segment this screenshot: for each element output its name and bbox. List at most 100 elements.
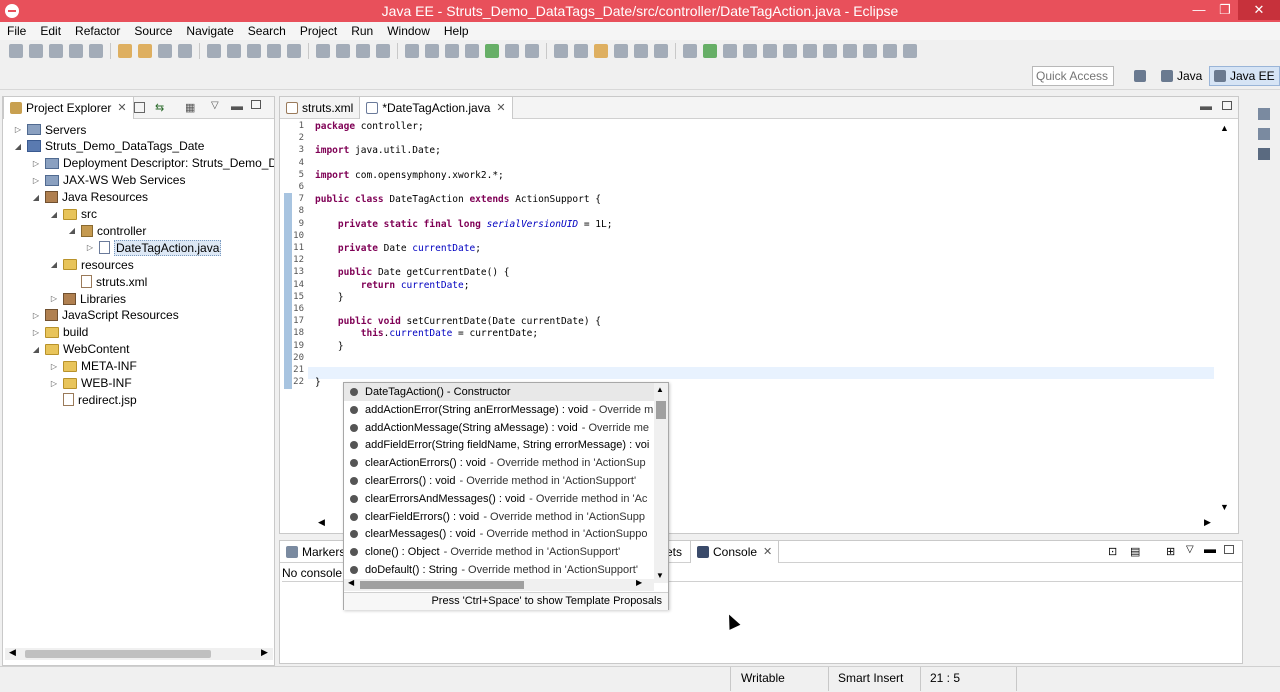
code-line[interactable]: return currentDate; [315, 280, 470, 292]
tree-item[interactable]: ▷ build [31, 324, 88, 341]
link-with-editor-icon[interactable]: ⇆ [155, 101, 164, 114]
pin-editor-icon[interactable] [683, 44, 697, 58]
use-step-filters-icon[interactable] [376, 44, 390, 58]
proposal-item[interactable]: clearMessages() : void - Override method … [344, 525, 654, 543]
tree-item[interactable]: ◢ controller [67, 222, 146, 239]
filter-icon[interactable]: ▦ [185, 101, 195, 114]
tree-item[interactable]: ◢ resources [49, 256, 134, 273]
tree-item[interactable]: ▷ META-INF [49, 358, 137, 375]
extra-tool-icon[interactable] [903, 44, 917, 58]
toggle-block-selection-icon[interactable] [614, 44, 628, 58]
expand-arrow-icon[interactable]: ▷ [49, 362, 59, 371]
tree-item[interactable]: ▷ JAX-WS Web Services [31, 172, 186, 189]
proposal-item[interactable]: addFieldError(String fieldName, String e… [344, 436, 654, 454]
display-console-icon[interactable]: ▤ [1130, 545, 1140, 558]
menu-run[interactable]: Run [344, 24, 380, 38]
navigate-forward-icon[interactable] [883, 44, 897, 58]
menu-file[interactable]: File [0, 24, 33, 38]
code-line[interactable]: public void setCurrentDate(Date currentD… [315, 316, 601, 328]
code-line[interactable]: } [315, 377, 321, 389]
tree-item[interactable]: struts.xml [67, 273, 147, 290]
show-whitespace-icon[interactable] [634, 44, 648, 58]
menu-edit[interactable]: Edit [33, 24, 68, 38]
menu-help[interactable]: Help [437, 24, 476, 38]
close-tab-icon[interactable]: ✕ [117, 101, 126, 114]
code-line[interactable]: import java.util.Date; [315, 145, 441, 157]
toggle-highlight-icon[interactable] [594, 44, 608, 58]
expand-arrow-icon[interactable]: ▷ [31, 311, 41, 320]
drop-to-frame-icon[interactable] [356, 44, 370, 58]
proposal-item[interactable]: DateTagAction() - Constructor [344, 383, 654, 401]
navigate-back-icon[interactable] [863, 44, 877, 58]
proposal-item[interactable]: doDefault() : String - Override method in… [344, 561, 654, 579]
save-all-icon[interactable] [69, 44, 83, 58]
proposal-item[interactable]: clearErrors() : void - Override method in… [344, 472, 654, 490]
collapse-all-icon[interactable] [134, 102, 145, 113]
proposal-list[interactable]: DateTagAction() - Constructor addActionEr… [344, 383, 654, 583]
last-edit-location-icon[interactable] [743, 44, 757, 58]
minimize-view-icon[interactable]: ▬ [231, 99, 243, 113]
history-back-icon[interactable] [803, 44, 817, 58]
close-tab-icon[interactable]: ✕ [496, 101, 505, 114]
new-icon[interactable] [9, 44, 23, 58]
tree-item[interactable]: redirect.jsp [49, 391, 137, 408]
proposal-item[interactable]: clearErrorsAndMessages() : void - Overrid… [344, 490, 654, 508]
previous-annotation-icon[interactable] [723, 44, 737, 58]
minimize-editor-icon[interactable]: ▬ [1200, 99, 1212, 113]
collapse-arrow-icon[interactable]: ◢ [13, 142, 23, 151]
explorer-horizontal-scrollbar[interactable]: ◀ ▶ [5, 647, 273, 660]
maximize-view-icon[interactable] [251, 100, 261, 109]
tree-item[interactable]: ▷ Libraries [49, 290, 126, 307]
minimize-view-icon[interactable]: ▬ [1204, 542, 1216, 556]
explorer-scroll-thumb[interactable] [25, 650, 211, 658]
code-line[interactable]: public class DateTagAction extends Actio… [315, 194, 601, 206]
tab-date-tag-action[interactable]: *DateTagAction.java ✕ [359, 96, 513, 119]
scroll-right-icon[interactable]: ▶ [636, 578, 642, 587]
collapse-arrow-icon[interactable]: ◢ [31, 345, 41, 354]
tab-console[interactable]: Console ✕ [690, 540, 780, 563]
scroll-left-icon[interactable]: ◀ [318, 517, 325, 528]
proposal-item[interactable]: addActionMessage(String aMessage) : void… [344, 419, 654, 437]
scroll-down-icon[interactable]: ▼ [1220, 502, 1229, 512]
menu-window[interactable]: Window [380, 24, 437, 38]
terminate-icon[interactable] [247, 44, 261, 58]
step-over-icon[interactable] [316, 44, 330, 58]
tree-item[interactable]: ▷ Deployment Descriptor: Struts_Demo_Date [31, 155, 274, 172]
pin-console-icon[interactable]: ⊡ [1108, 545, 1117, 558]
coverage-icon[interactable] [505, 44, 519, 58]
collapse-arrow-icon[interactable]: ◢ [49, 210, 59, 219]
code-line[interactable]: public Date getCurrentDate() { [315, 267, 510, 279]
open-perspective-button[interactable] [1130, 66, 1154, 86]
tree-item[interactable]: ▷ DateTagAction.java [85, 239, 222, 256]
quick-access-input[interactable] [1032, 66, 1114, 86]
view-menu-icon[interactable]: ▽ [1186, 544, 1194, 555]
close-tab-icon[interactable]: ✕ [763, 545, 772, 558]
expand-arrow-icon[interactable]: ▷ [49, 379, 59, 388]
tree-item[interactable]: ▷ WEB-INF [49, 375, 132, 392]
step-return-icon[interactable] [336, 44, 350, 58]
next-annotation-icon[interactable] [703, 44, 717, 58]
tree-item[interactable]: ▷ Servers [13, 121, 86, 138]
proposal-item[interactable]: clearActionErrors() : void - Override met… [344, 454, 654, 472]
debug-icon[interactable] [465, 44, 479, 58]
proposal-item[interactable]: clearFieldErrors() : void - Override meth… [344, 508, 654, 526]
proposal-vertical-scrollbar[interactable]: ▲ ▼ [654, 383, 668, 583]
history-menu-icon[interactable] [843, 44, 857, 58]
open-type-hierarchy-icon[interactable] [554, 44, 568, 58]
task-list-icon[interactable] [1258, 128, 1270, 140]
expand-arrow-icon[interactable]: ▷ [31, 159, 41, 168]
tab-markers[interactable]: Markers [280, 541, 351, 563]
scroll-up-icon[interactable]: ▲ [656, 385, 664, 394]
code-line[interactable]: this.currentDate = currentDate; [315, 328, 538, 340]
view-menu-icon[interactable]: ▽ [211, 100, 219, 111]
code-line[interactable]: import com.opensymphony.xwork2.*; [315, 170, 504, 182]
scroll-up-icon[interactable]: ▲ [1220, 123, 1229, 133]
menu-source[interactable]: Source [127, 24, 179, 38]
expand-arrow-icon[interactable]: ▷ [13, 125, 23, 134]
proposal-item[interactable]: addActionError(String anErrorMessage) : … [344, 401, 654, 419]
save-icon[interactable] [49, 44, 63, 58]
new-interface-icon[interactable] [445, 44, 459, 58]
code-line[interactable]: private static final long serialVersionU… [315, 219, 613, 231]
proposal-hscroll-thumb[interactable] [360, 581, 524, 589]
maximize-editor-icon[interactable] [1222, 101, 1232, 110]
